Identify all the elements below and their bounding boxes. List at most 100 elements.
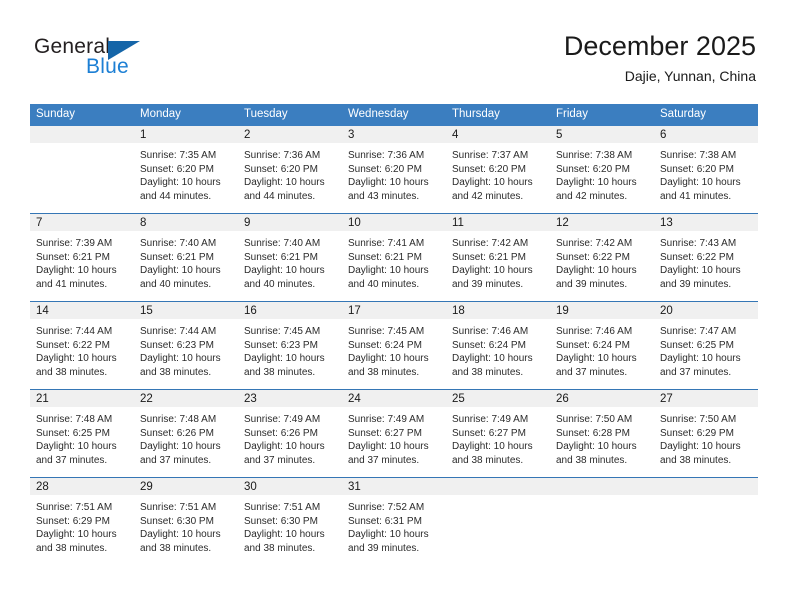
daylight-text-line2: and 39 minutes.: [556, 278, 628, 290]
calendar-day-cell[interactable]: 20 Sunrise: 7:47 AM Sunset: 6:25 PM Dayligh…: [654, 301, 758, 390]
sunrise-text: Sunrise: 7:48 AM: [140, 414, 217, 425]
calendar-day-cell[interactable]: 21 Sunrise: 7:48 AM Sunset: 6:25 PM Dayligh…: [30, 389, 134, 478]
sunset-text: Sunset: 6:24 PM: [452, 339, 526, 351]
day-number: 9: [238, 214, 342, 231]
calendar-day-cell[interactable]: 28 Sunrise: 7:51 AM Sunset: 6:29 PM Dayligh…: [30, 477, 134, 565]
daylight-text-line1: Daylight: 10 hours: [244, 177, 325, 189]
sunrise-text: Sunrise: 7:37 AM: [452, 150, 529, 161]
calendar-day-cell[interactable]: 30 Sunrise: 7:51 AM Sunset: 6:30 PM Dayligh…: [238, 477, 342, 565]
day-number: 2: [238, 126, 342, 143]
day-number: 27: [654, 390, 758, 407]
calendar-day-cell[interactable]: 18 Sunrise: 7:46 AM Sunset: 6:24 PM Dayligh…: [446, 301, 550, 390]
sunset-text: Sunset: 6:23 PM: [140, 339, 214, 351]
day-number: 16: [238, 302, 342, 319]
calendar-day-cell-empty: [550, 477, 654, 565]
calendar-day-cell[interactable]: 6 Sunrise: 7:38 AM Sunset: 6:20 PM Daylight…: [654, 126, 758, 214]
daylight-text-line1: Daylight: 10 hours: [140, 265, 221, 277]
daylight-text-line2: and 40 minutes.: [140, 278, 212, 290]
sunset-text: Sunset: 6:30 PM: [140, 515, 214, 527]
calendar-day-cell[interactable]: 25 Sunrise: 7:49 AM Sunset: 6:27 PM Dayligh…: [446, 389, 550, 478]
sunset-text: Sunset: 6:20 PM: [348, 163, 422, 175]
day-number: 17: [342, 302, 446, 319]
calendar-day-cell[interactable]: 22 Sunrise: 7:48 AM Sunset: 6:26 PM Dayligh…: [134, 389, 238, 478]
calendar-week-row: 7 Sunrise: 7:39 AM Sunset: 6:21 PM Daylight…: [30, 213, 758, 302]
daylight-text-line2: and 39 minutes.: [660, 278, 732, 290]
sunset-text: Sunset: 6:20 PM: [244, 163, 318, 175]
daylight-text-line2: and 38 minutes.: [556, 454, 628, 466]
daylight-text-line2: and 38 minutes.: [452, 454, 524, 466]
calendar-day-cell[interactable]: 1 Sunrise: 7:35 AM Sunset: 6:20 PM Daylight…: [134, 126, 238, 214]
daylight-text-line1: Daylight: 10 hours: [452, 265, 533, 277]
calendar-day-cell[interactable]: 2 Sunrise: 7:36 AM Sunset: 6:20 PM Daylight…: [238, 126, 342, 214]
daylight-text-line2: and 38 minutes.: [452, 366, 524, 378]
day-sun-info: Sunrise: 7:42 AM Sunset: 6:21 PM Daylight:…: [446, 231, 550, 301]
daylight-text-line2: and 38 minutes.: [244, 366, 316, 378]
day-number: 19: [550, 302, 654, 319]
sunset-text: Sunset: 6:21 PM: [452, 251, 526, 263]
sunrise-text: Sunrise: 7:51 AM: [140, 502, 217, 513]
daylight-text-line2: and 37 minutes.: [140, 454, 212, 466]
daylight-text-line2: and 38 minutes.: [140, 366, 212, 378]
page-subtitle: Dajie, Yunnan, China: [624, 68, 756, 84]
daylight-text-line2: and 39 minutes.: [452, 278, 524, 290]
calendar-day-cell[interactable]: 17 Sunrise: 7:45 AM Sunset: 6:24 PM Dayligh…: [342, 301, 446, 390]
daylight-text-line1: Daylight: 10 hours: [140, 353, 221, 365]
sunset-text: Sunset: 6:28 PM: [556, 427, 630, 439]
general-blue-logo[interactable]: General Blue: [34, 36, 164, 84]
day-sun-info: Sunrise: 7:42 AM Sunset: 6:22 PM Daylight:…: [550, 231, 654, 301]
day-sun-info: Sunrise: 7:43 AM Sunset: 6:22 PM Daylight:…: [654, 231, 758, 301]
daylight-text-line1: Daylight: 10 hours: [660, 441, 741, 453]
daylight-text-line1: Daylight: 10 hours: [140, 529, 221, 541]
calendar-day-cell[interactable]: 14 Sunrise: 7:44 AM Sunset: 6:22 PM Dayligh…: [30, 301, 134, 390]
day-number: 26: [550, 390, 654, 407]
daylight-text-line1: Daylight: 10 hours: [36, 265, 117, 277]
day-sun-info: Sunrise: 7:49 AM Sunset: 6:27 PM Daylight:…: [446, 407, 550, 477]
day-sun-info: Sunrise: 7:45 AM Sunset: 6:24 PM Daylight:…: [342, 319, 446, 389]
calendar-day-cell[interactable]: 31 Sunrise: 7:52 AM Sunset: 6:31 PM Dayligh…: [342, 477, 446, 565]
calendar-day-cell[interactable]: 5 Sunrise: 7:38 AM Sunset: 6:20 PM Daylight…: [550, 126, 654, 214]
daylight-text-line1: Daylight: 10 hours: [452, 441, 533, 453]
calendar-day-cell[interactable]: 3 Sunrise: 7:36 AM Sunset: 6:20 PM Daylight…: [342, 126, 446, 214]
calendar-day-cell[interactable]: 23 Sunrise: 7:49 AM Sunset: 6:26 PM Dayligh…: [238, 389, 342, 478]
sunrise-text: Sunrise: 7:47 AM: [660, 326, 737, 337]
calendar-day-cell[interactable]: 24 Sunrise: 7:49 AM Sunset: 6:27 PM Dayligh…: [342, 389, 446, 478]
daylight-text-line2: and 41 minutes.: [660, 190, 732, 202]
day-number: 13: [654, 214, 758, 231]
sunrise-text: Sunrise: 7:49 AM: [244, 414, 321, 425]
daylight-text-line1: Daylight: 10 hours: [36, 441, 117, 453]
daylight-text-line2: and 38 minutes.: [244, 542, 316, 554]
calendar-day-cell[interactable]: 8 Sunrise: 7:40 AM Sunset: 6:21 PM Daylight…: [134, 213, 238, 302]
sunset-text: Sunset: 6:20 PM: [452, 163, 526, 175]
day-sun-info: Sunrise: 7:38 AM Sunset: 6:20 PM Daylight:…: [654, 143, 758, 213]
calendar-day-cell[interactable]: 26 Sunrise: 7:50 AM Sunset: 6:28 PM Dayligh…: [550, 389, 654, 478]
sunset-text: Sunset: 6:31 PM: [348, 515, 422, 527]
daylight-text-line2: and 42 minutes.: [556, 190, 628, 202]
weekday-header-saturday: Saturday: [654, 104, 758, 126]
calendar-day-cell[interactable]: 16 Sunrise: 7:45 AM Sunset: 6:23 PM Dayligh…: [238, 301, 342, 390]
weekday-header-friday: Friday: [550, 104, 654, 126]
calendar-day-cell[interactable]: 12 Sunrise: 7:42 AM Sunset: 6:22 PM Dayligh…: [550, 213, 654, 302]
daylight-text-line1: Daylight: 10 hours: [244, 441, 325, 453]
day-sun-info: Sunrise: 7:36 AM Sunset: 6:20 PM Daylight:…: [342, 143, 446, 213]
calendar-day-cell[interactable]: 4 Sunrise: 7:37 AM Sunset: 6:20 PM Daylight…: [446, 126, 550, 214]
daylight-text-line1: Daylight: 10 hours: [348, 265, 429, 277]
calendar-day-cell[interactable]: 7 Sunrise: 7:39 AM Sunset: 6:21 PM Daylight…: [30, 213, 134, 302]
calendar-day-cell[interactable]: 11 Sunrise: 7:42 AM Sunset: 6:21 PM Dayligh…: [446, 213, 550, 302]
calendar-day-cell[interactable]: 13 Sunrise: 7:43 AM Sunset: 6:22 PM Dayligh…: [654, 213, 758, 302]
calendar-day-cell[interactable]: 19 Sunrise: 7:46 AM Sunset: 6:24 PM Dayligh…: [550, 301, 654, 390]
day-sun-info: Sunrise: 7:44 AM Sunset: 6:22 PM Daylight:…: [30, 319, 134, 389]
calendar-day-cell[interactable]: 29 Sunrise: 7:51 AM Sunset: 6:30 PM Dayligh…: [134, 477, 238, 565]
sunrise-text: Sunrise: 7:48 AM: [36, 414, 113, 425]
calendar-week-row: 14 Sunrise: 7:44 AM Sunset: 6:22 PM Dayligh…: [30, 301, 758, 390]
calendar-day-cell[interactable]: 9 Sunrise: 7:40 AM Sunset: 6:21 PM Daylight…: [238, 213, 342, 302]
daylight-text-line1: Daylight: 10 hours: [244, 529, 325, 541]
calendar-day-cell[interactable]: 27 Sunrise: 7:50 AM Sunset: 6:29 PM Dayligh…: [654, 389, 758, 478]
daylight-text-line2: and 38 minutes.: [36, 542, 108, 554]
calendar-day-cell[interactable]: 10 Sunrise: 7:41 AM Sunset: 6:21 PM Dayligh…: [342, 213, 446, 302]
daylight-text-line2: and 40 minutes.: [348, 278, 420, 290]
day-sun-info: Sunrise: 7:49 AM Sunset: 6:26 PM Daylight:…: [238, 407, 342, 477]
sunset-text: Sunset: 6:20 PM: [556, 163, 630, 175]
sunset-text: Sunset: 6:25 PM: [36, 427, 110, 439]
daylight-text-line1: Daylight: 10 hours: [36, 529, 117, 541]
calendar-day-cell[interactable]: 15 Sunrise: 7:44 AM Sunset: 6:23 PM Dayligh…: [134, 301, 238, 390]
